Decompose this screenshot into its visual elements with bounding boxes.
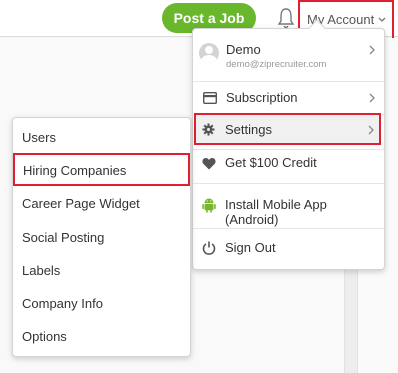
menu-item-sign-out[interactable]: Sign Out xyxy=(192,236,383,262)
submenu-item-social-posting[interactable]: Social Posting xyxy=(22,230,104,245)
submenu-item-labels[interactable]: Labels xyxy=(22,263,60,278)
menu-divider xyxy=(193,149,384,150)
menu-item-label: Settings xyxy=(225,122,272,137)
account-user-item[interactable]: Demo demo@ziprecruiter.com xyxy=(193,29,384,79)
submenu-item-career-page-widget[interactable]: Career Page Widget xyxy=(22,196,140,211)
menu-item-settings[interactable]: Settings xyxy=(194,113,381,145)
menu-divider xyxy=(193,81,384,82)
menu-item-label: Subscription xyxy=(226,90,298,105)
submenu-item-users[interactable]: Users xyxy=(22,130,56,145)
chevron-down-icon xyxy=(378,17,386,22)
heart-icon xyxy=(202,158,216,170)
submenu-item-options[interactable]: Options xyxy=(22,329,67,344)
chevron-right-icon xyxy=(369,45,375,55)
submenu-item-hiring-companies[interactable]: Hiring Companies xyxy=(13,153,190,186)
user-email: demo@ziprecruiter.com xyxy=(226,59,327,70)
menu-item-subscription[interactable]: Subscription xyxy=(193,85,384,111)
android-icon xyxy=(202,198,216,213)
menu-item-label: Install Mobile App (Android) xyxy=(225,197,327,227)
menu-divider xyxy=(193,228,384,229)
menu-item-label: Sign Out xyxy=(225,240,276,255)
power-icon xyxy=(202,241,216,255)
menu-item-install-android-app[interactable]: Install Mobile App (Android) xyxy=(192,193,383,227)
menu-divider xyxy=(193,183,384,184)
avatar xyxy=(199,43,219,63)
submenu-item-company-info[interactable]: Company Info xyxy=(22,296,103,311)
chevron-right-icon xyxy=(368,125,374,135)
chevron-right-icon xyxy=(369,93,375,103)
menu-item-label: Get $100 Credit xyxy=(225,155,317,170)
gear-icon xyxy=(202,123,215,136)
menu-item-get-credit[interactable]: Get $100 Credit xyxy=(192,151,383,177)
notifications-bell-icon[interactable] xyxy=(277,7,295,29)
user-name: Demo xyxy=(226,42,261,57)
credit-card-icon xyxy=(203,92,217,104)
submenu-item-label: Hiring Companies xyxy=(23,163,127,178)
